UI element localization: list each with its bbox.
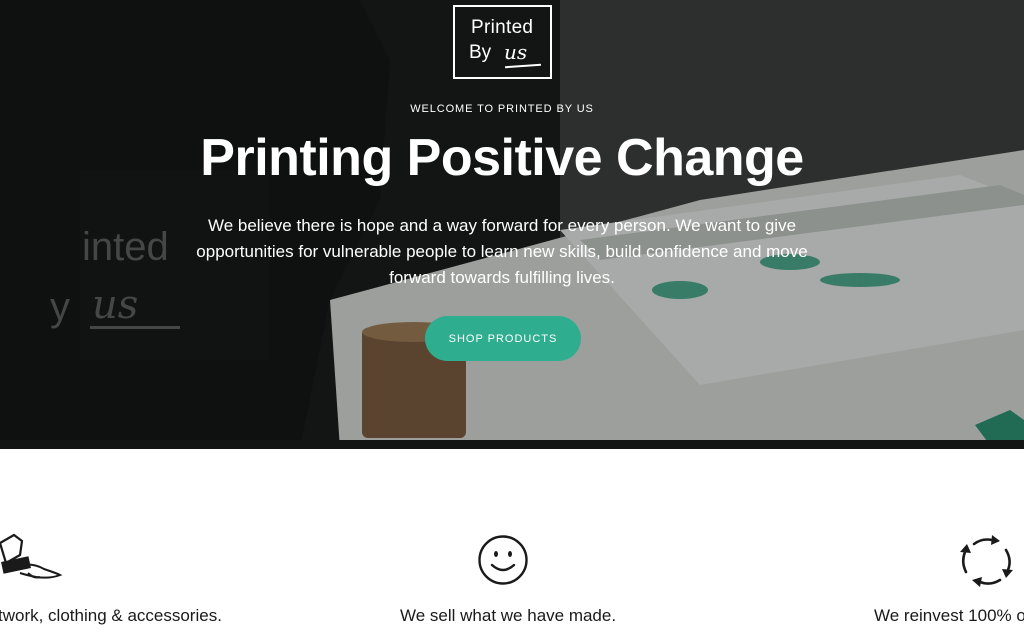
logo-text-us: us (504, 40, 528, 64)
hero-description: We believe there is hope and a way forwa… (196, 216, 808, 287)
site-logo[interactable]: Printed By us (453, 5, 552, 79)
feature-text-reinvest: We reinvest 100% of (874, 606, 1024, 625)
hero-section: inted y us Printed By us WELCOME TO PRIN… (0, 0, 1024, 449)
hero-headline: Printing Positive Change (200, 129, 804, 187)
logo-text-by: By (469, 42, 492, 63)
logo-underline (504, 63, 542, 69)
feature-text-products: twork, clothing & accessories. (0, 606, 222, 625)
hero-eyebrow: WELCOME TO PRINTED BY US (410, 103, 594, 115)
print-roller-icon (0, 533, 63, 579)
shop-products-button[interactable]: SHOP PRODUCTS (425, 316, 581, 361)
cycle-arrows-icon (960, 535, 1013, 587)
smiley-face-icon (478, 535, 528, 585)
feature-text-sell: We sell what we have made. (400, 606, 617, 625)
logo-text-printed: Printed (471, 17, 534, 38)
